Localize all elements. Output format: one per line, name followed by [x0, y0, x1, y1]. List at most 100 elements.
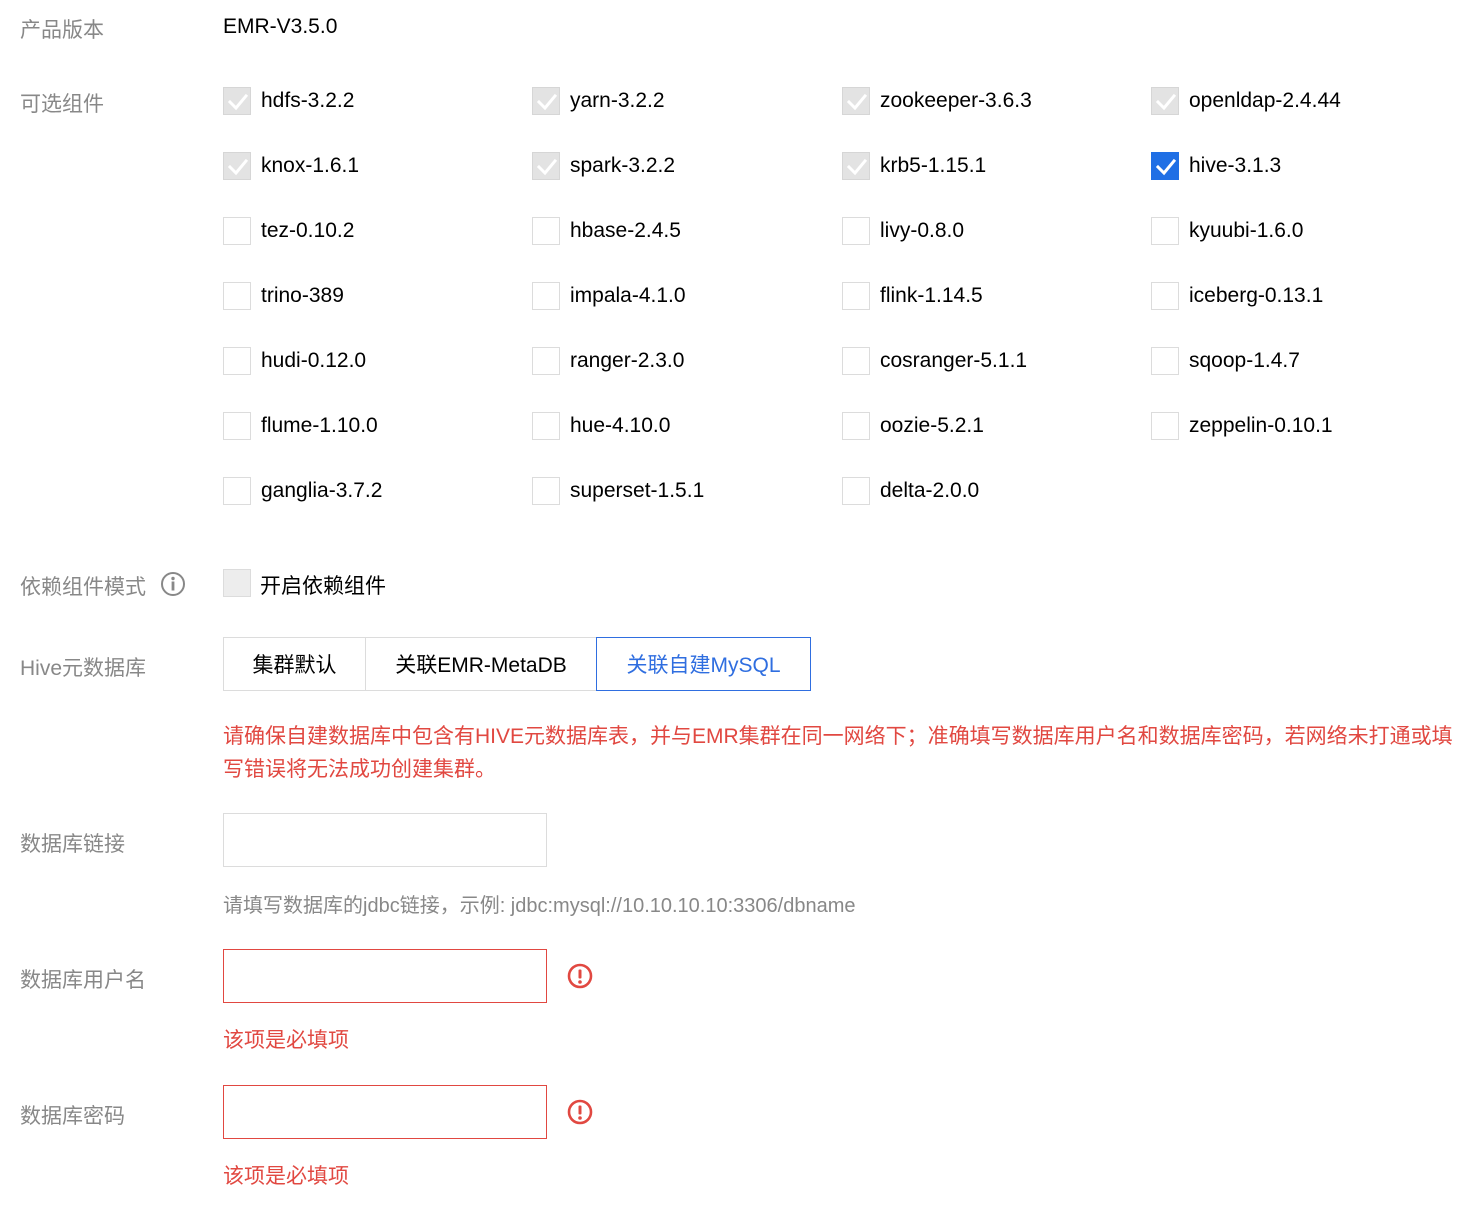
db-user-input[interactable]	[224, 950, 546, 1002]
component-option-hbase[interactable]: hbase-2.4.5	[532, 215, 681, 247]
component-option-trino[interactable]: trino-389	[223, 280, 344, 312]
component-checkbox-ranger[interactable]	[532, 347, 560, 375]
db-user-error-icon	[567, 963, 593, 994]
component-label: impala-4.1.0	[570, 284, 686, 307]
component-option-spark: spark-3.2.2	[532, 150, 675, 182]
db-password-error-icon	[567, 1099, 593, 1130]
component-label: oozie-5.2.1	[880, 414, 984, 437]
component-option-knox: knox-1.6.1	[223, 150, 359, 182]
component-option-hive[interactable]: hive-3.1.3	[1151, 150, 1281, 182]
component-option-zookeeper: zookeeper-3.6.3	[842, 85, 1032, 117]
component-option-impala[interactable]: impala-4.1.0	[532, 280, 686, 312]
component-label: zookeeper-3.6.3	[880, 89, 1032, 112]
component-checkbox-hudi[interactable]	[223, 347, 251, 375]
checkmark-icon	[1155, 158, 1177, 176]
component-checkbox-tez[interactable]	[223, 217, 251, 245]
metastore-warning-text: 请确保自建数据库中包含有HIVE元数据库表，并与EMR集群在同一网络下；准确填写…	[223, 725, 1453, 781]
component-checkbox-oozie[interactable]	[842, 412, 870, 440]
components-row: knox-1.6.1 spark-3.2.2 krb5-1.15.1 hive-3.1…	[223, 150, 1463, 215]
components-row: hdfs-3.2.2 yarn-3.2.2 zookeeper-3.6.3 openl…	[223, 85, 1463, 150]
component-option-flink[interactable]: flink-1.14.5	[842, 280, 983, 312]
component-checkbox-impala[interactable]	[532, 282, 560, 310]
component-checkbox-flume[interactable]	[223, 412, 251, 440]
dependency-mode-checkbox-label[interactable]: 开启依赖组件	[260, 570, 386, 600]
component-option-krb5: krb5-1.15.1	[842, 150, 986, 182]
db-user-field[interactable]	[223, 949, 547, 1003]
dependency-mode-checkbox[interactable]	[223, 569, 251, 597]
tab-self-built-mysql[interactable]: 关联自建MySQL	[596, 637, 811, 691]
component-label: hive-3.1.3	[1189, 154, 1282, 177]
db-url-label: 数据库链接	[20, 833, 125, 856]
component-checkbox-hive[interactable]	[1151, 152, 1179, 180]
checkmark-icon	[846, 93, 868, 111]
component-label: trino-389	[261, 284, 344, 307]
component-checkbox-ganglia[interactable]	[223, 477, 251, 505]
component-label: superset-1.5.1	[570, 479, 705, 502]
component-label: sqoop-1.4.7	[1189, 349, 1300, 372]
component-option-hdfs: hdfs-3.2.2	[223, 85, 354, 117]
component-label: ganglia-3.7.2	[261, 479, 383, 502]
db-url-input[interactable]	[224, 814, 546, 866]
components-label: 可选组件	[20, 93, 104, 116]
db-password-input[interactable]	[224, 1086, 546, 1138]
component-label: hudi-0.12.0	[261, 349, 367, 372]
component-checkbox-knox	[223, 152, 251, 180]
component-checkbox-openldap	[1151, 87, 1179, 115]
components-row: trino-389 impala-4.1.0 flink-1.14.5 iceberg…	[223, 280, 1463, 345]
component-checkbox-hdfs	[223, 87, 251, 115]
component-checkbox-yarn	[532, 87, 560, 115]
checkmark-icon	[1155, 93, 1177, 111]
components-grid: hdfs-3.2.2 yarn-3.2.2 zookeeper-3.6.3 openl…	[223, 85, 1463, 540]
component-option-openldap: openldap-2.4.44	[1151, 85, 1341, 117]
component-option-ranger[interactable]: ranger-2.3.0	[532, 345, 684, 377]
component-label: delta-2.0.0	[880, 479, 980, 502]
checkmark-icon	[536, 158, 558, 176]
component-label: knox-1.6.1	[261, 154, 360, 177]
components-row: tez-0.10.2 hbase-2.4.5 livy-0.8.0 kyuubi-1.…	[223, 215, 1463, 280]
component-option-yarn: yarn-3.2.2	[532, 85, 665, 117]
db-password-field[interactable]	[223, 1085, 547, 1139]
component-label: yarn-3.2.2	[570, 89, 665, 112]
component-checkbox-hue[interactable]	[532, 412, 560, 440]
component-label: livy-0.8.0	[880, 219, 965, 242]
component-option-hue[interactable]: hue-4.10.0	[532, 410, 670, 442]
component-option-iceberg[interactable]: iceberg-0.13.1	[1151, 280, 1323, 312]
hive-metastore-label: Hive元数据库	[20, 657, 147, 680]
component-option-cosranger[interactable]: cosranger-5.1.1	[842, 345, 1027, 377]
component-option-delta[interactable]: delta-2.0.0	[842, 475, 979, 507]
component-checkbox-trino[interactable]	[223, 282, 251, 310]
component-checkbox-sqoop[interactable]	[1151, 347, 1179, 375]
tab-emr-metadb[interactable]: 关联EMR-MetaDB	[365, 637, 597, 691]
tab-cluster-default[interactable]: 集群默认	[223, 637, 366, 691]
component-option-kyuubi[interactable]: kyuubi-1.6.0	[1151, 215, 1303, 247]
component-option-superset[interactable]: superset-1.5.1	[532, 475, 704, 507]
component-checkbox-iceberg[interactable]	[1151, 282, 1179, 310]
component-option-zeppelin[interactable]: zeppelin-0.10.1	[1151, 410, 1333, 442]
component-option-tez[interactable]: tez-0.10.2	[223, 215, 354, 247]
component-checkbox-livy[interactable]	[842, 217, 870, 245]
component-option-oozie[interactable]: oozie-5.2.1	[842, 410, 984, 442]
component-option-flume[interactable]: flume-1.10.0	[223, 410, 378, 442]
component-checkbox-superset[interactable]	[532, 477, 560, 505]
component-option-ganglia[interactable]: ganglia-3.7.2	[223, 475, 382, 507]
component-label: kyuubi-1.6.0	[1189, 219, 1304, 242]
checkmark-icon	[227, 158, 249, 176]
component-checkbox-hbase[interactable]	[532, 217, 560, 245]
component-option-livy[interactable]: livy-0.8.0	[842, 215, 964, 247]
component-label: openldap-2.4.44	[1189, 89, 1341, 112]
component-option-sqoop[interactable]: sqoop-1.4.7	[1151, 345, 1300, 377]
product-version-value: EMR-V3.5.0	[223, 15, 338, 38]
info-icon[interactable]	[160, 571, 186, 602]
component-checkbox-cosranger[interactable]	[842, 347, 870, 375]
db-url-field[interactable]	[223, 813, 547, 867]
component-label: hbase-2.4.5	[570, 219, 681, 242]
component-checkbox-delta[interactable]	[842, 477, 870, 505]
component-checkbox-zeppelin[interactable]	[1151, 412, 1179, 440]
component-checkbox-flink[interactable]	[842, 282, 870, 310]
component-checkbox-zookeeper	[842, 87, 870, 115]
db-password-label: 数据库密码	[20, 1105, 125, 1128]
checkmark-icon	[227, 93, 249, 111]
component-checkbox-kyuubi[interactable]	[1151, 217, 1179, 245]
component-checkbox-krb5	[842, 152, 870, 180]
component-option-hudi[interactable]: hudi-0.12.0	[223, 345, 366, 377]
